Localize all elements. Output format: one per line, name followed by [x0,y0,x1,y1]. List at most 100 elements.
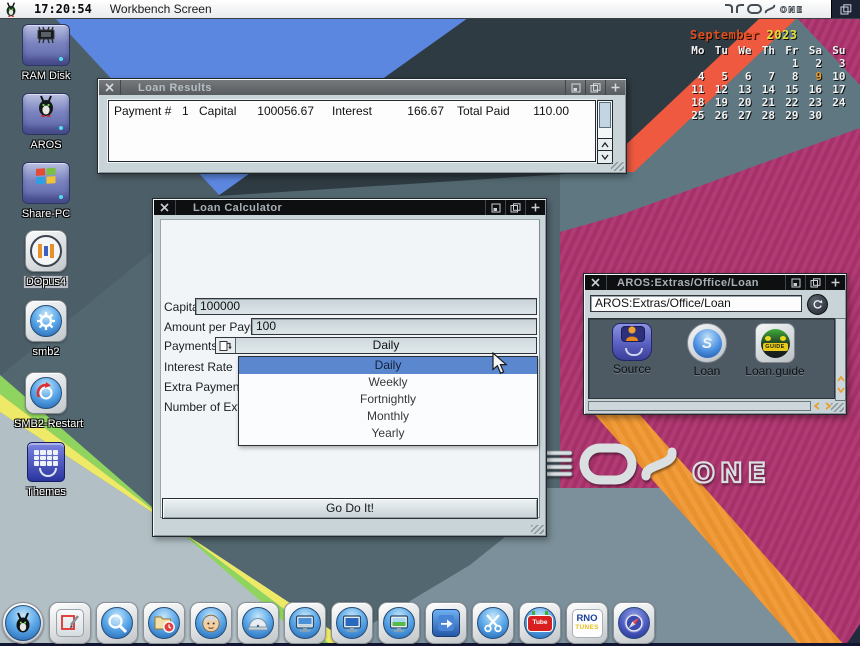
close-button[interactable] [585,275,607,290]
dock-item-search[interactable] [96,602,138,644]
payments-cycle-gadget[interactable]: Daily [215,337,537,354]
zoom-button[interactable] [585,80,605,95]
dock-item-wallpaper[interactable] [378,602,420,644]
capital-label: Capital [199,104,236,118]
desktop-icon-themes[interactable]: Themes [14,442,78,500]
scrollbar-thumb[interactable] [599,102,611,128]
amount-per-payment-input[interactable] [251,318,537,335]
loan-results-window: Loan Results Payment # 1 Capital 100056.… [97,78,627,174]
desktop-icon-dopus4[interactable]: DOpus4 [14,230,78,290]
depth-button[interactable] [825,275,845,290]
file-icon-source[interactable]: Source [602,323,662,376]
number-of-extra-label: Number of Ext [164,399,241,415]
resize-handle[interactable] [831,403,844,412]
calendar-date: 2 [804,57,828,70]
path-input[interactable] [590,295,802,312]
capital-input[interactable] [195,298,537,315]
horizontal-scrollbar[interactable] [588,401,811,411]
calendar-grid: Mo Tu We Th Fr Sa Su 1 2 3 4 5 6 7 8 9 1… [686,44,854,122]
calendar-date: 4 [686,70,710,83]
calendar-title: September2023 [686,28,854,42]
close-button[interactable] [99,80,121,95]
protractor-icon [242,607,274,639]
rno-label: RNO [576,614,597,624]
dock-item-rno-tunes[interactable]: RNO TUNES [566,602,608,644]
resize-handle[interactable] [531,525,544,534]
iconify-button[interactable] [565,80,585,95]
text-editor-icon [56,609,84,637]
dropdown-option-yearly[interactable]: Yearly [239,425,537,442]
calendar-date: 23 [804,96,828,109]
scroll-up-icon[interactable] [836,376,845,382]
calendar-day-header: Sa [804,44,828,57]
dropdown-option-fortnightly[interactable]: Fortnightly [239,391,537,408]
calendar-date: 13 [733,83,757,96]
desktop-icon-smb2-restart[interactable]: SMB2-Restart [14,372,78,432]
scroll-down-icon[interactable] [836,387,845,393]
iconify-button[interactable] [785,275,805,290]
calendar-date: 19 [710,96,734,109]
alarm-folder-icon [148,607,180,639]
desktop-icon-label: SMB2-Restart [14,418,83,430]
tunes-label: TUNES [575,624,599,632]
search-icon [101,607,133,639]
zoom-button[interactable] [805,275,825,290]
iconify-button[interactable] [485,200,505,215]
desktop-icon-ram-disk[interactable]: RAM Disk [14,24,78,84]
screen-titlebar[interactable]: 17:20:54 Workbench Screen ONE [0,0,860,19]
payment-number: 1 [182,104,189,118]
calendar-date: 28 [757,109,781,122]
payments-label: Payments [164,338,217,354]
dock-item-file-arrow[interactable] [425,602,467,644]
calendar-date-today: 9 [804,70,828,83]
dropdown-option-monthly[interactable]: Monthly [239,408,537,425]
desktop-icon-aros[interactable]: AROS [14,93,78,153]
file-icon-loan[interactable]: S Loan [677,323,737,378]
dock-item-web-browser[interactable] [613,602,655,644]
vertical-scrollbar[interactable] [835,318,846,401]
calendar-date: 12 [710,83,734,96]
file-label: Source [602,362,662,376]
depth-button[interactable] [525,200,545,215]
dock-item-screen-mode[interactable] [284,602,326,644]
interest-value: 166.67 [392,104,444,118]
total-paid-label: Total Paid [457,104,510,118]
calendar-date [827,109,851,122]
zoom-button[interactable] [505,200,525,215]
aros-mascot-icon [5,605,41,641]
results-list[interactable]: Payment # 1 Capital 100056.67 Interest 1… [108,100,596,162]
loan-results-titlebar[interactable]: Loan Results [99,80,625,95]
dock-item-tube-video[interactable]: Tube [519,602,561,644]
total-paid-value: 110.00 [517,104,569,118]
loan-calculator-titlebar[interactable]: Loan Calculator [154,200,545,215]
dock: Tube RNO TUNES [2,602,655,644]
file-area[interactable]: Source S Loan GUIDE Loan.guide [588,318,835,399]
scroll-left-icon[interactable] [812,401,821,410]
calendar-date: 16 [804,83,828,96]
go-do-it-button[interactable]: Go Do It! [162,498,538,519]
desktop-icon-share-pc[interactable]: Share-PC [14,162,78,222]
refresh-button[interactable] [807,294,828,315]
dock-item-aros-menu[interactable] [2,602,44,644]
dock-item-text-editor[interactable] [49,602,91,644]
wallpaper-icon [383,607,415,639]
dock-item-monitor[interactable] [331,602,373,644]
depth-button[interactable] [605,80,625,95]
dock-item-profile[interactable] [190,602,232,644]
resize-handle[interactable] [611,162,624,171]
dock-item-protractor[interactable] [237,602,279,644]
payments-value: Daily [236,338,536,353]
desktop-icon-smb2[interactable]: smb2 [14,300,78,360]
extras-titlebar[interactable]: AROS:Extras/Office/Loan [585,275,845,290]
refresh-icon [812,299,823,310]
cycle-icon [216,338,236,353]
dropdown-option-weekly[interactable]: Weekly [239,374,537,391]
dock-item-alarm-folder[interactable] [143,602,185,644]
screen-depth-button[interactable] [831,0,860,18]
file-icon-loan-guide[interactable]: GUIDE Loan.guide [745,323,805,378]
calendar-date: 18 [686,96,710,109]
calendar-date: 24 [827,96,851,109]
calendar-date: 30 [804,109,828,122]
close-button[interactable] [154,200,176,215]
dock-item-scissors[interactable] [472,602,514,644]
